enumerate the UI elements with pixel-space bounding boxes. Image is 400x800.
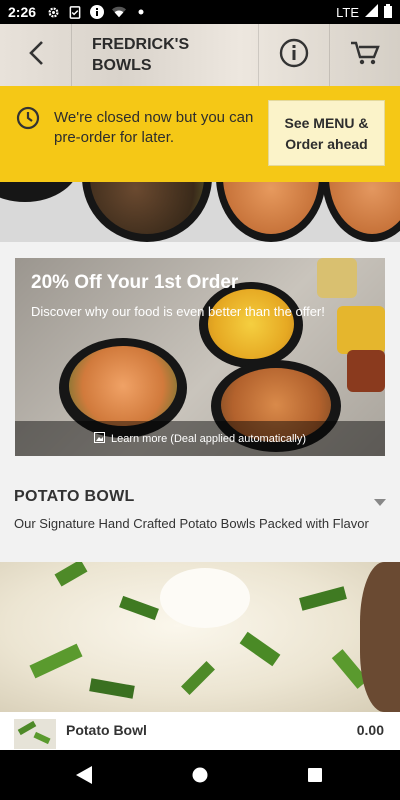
restaurant-title: FREDRICK'S BOWLS (92, 36, 190, 74)
app-header: FREDRICK'S BOWLS (0, 24, 400, 86)
category-title: POTATO BOWL (14, 488, 135, 505)
system-nav-bar (0, 750, 400, 800)
menu-item-price: 0.00 (356, 722, 384, 738)
status-bar: 2:26 LTE (0, 0, 400, 24)
status-time: 2:26 (8, 4, 37, 20)
see-menu-order-ahead-button[interactable]: See MENU & Order ahead (268, 100, 385, 166)
promo-subtitle: Discover why our food is even better tha… (31, 304, 325, 319)
caret-down-icon[interactable] (374, 494, 386, 512)
category-description: Our Signature Hand Crafted Potato Bowls … (14, 516, 369, 531)
dot-icon (134, 5, 148, 19)
cart-button[interactable] (330, 24, 400, 86)
promo-footer-text: Learn more (Deal applied automatically) (110, 432, 307, 445)
promo-card[interactable]: 20% Off Your 1st Order Discover why our … (15, 258, 385, 456)
promo-title: 20% Off Your 1st Order (31, 272, 239, 293)
menu-item-row[interactable]: Potato Bowl 0.00 (0, 712, 400, 750)
checklist-icon (68, 5, 82, 19)
cart-icon (350, 40, 380, 71)
recents-icon[interactable] (303, 763, 327, 787)
category-section[interactable]: POTATO BOWL Our Signature Hand Crafted P… (0, 472, 400, 562)
closed-message: We're closed now but you can pre-order f… (54, 109, 254, 146)
nav-back-icon[interactable] (72, 763, 96, 787)
info-circle-icon (279, 38, 309, 73)
home-icon[interactable] (188, 763, 212, 787)
menu-item-thumbnail (14, 719, 56, 749)
potato-bowl-image (0, 562, 400, 712)
settings-icon (46, 5, 60, 19)
wifi-icon (112, 5, 127, 19)
battery-icon (384, 3, 392, 21)
info-icon (90, 5, 105, 19)
image-icon (93, 431, 105, 446)
menu-item-name: Potato Bowl (66, 722, 147, 738)
hero-image (0, 182, 400, 242)
clock-icon (16, 106, 40, 135)
back-icon (27, 40, 45, 71)
closed-banner: We're closed now but you can pre-order f… (0, 86, 400, 182)
back-button[interactable] (0, 24, 72, 86)
info-button[interactable] (258, 24, 330, 86)
network-label: LTE (336, 4, 359, 20)
promo-learn-more[interactable]: Learn more (Deal applied automatically) (15, 421, 385, 456)
signal-icon (365, 4, 378, 20)
